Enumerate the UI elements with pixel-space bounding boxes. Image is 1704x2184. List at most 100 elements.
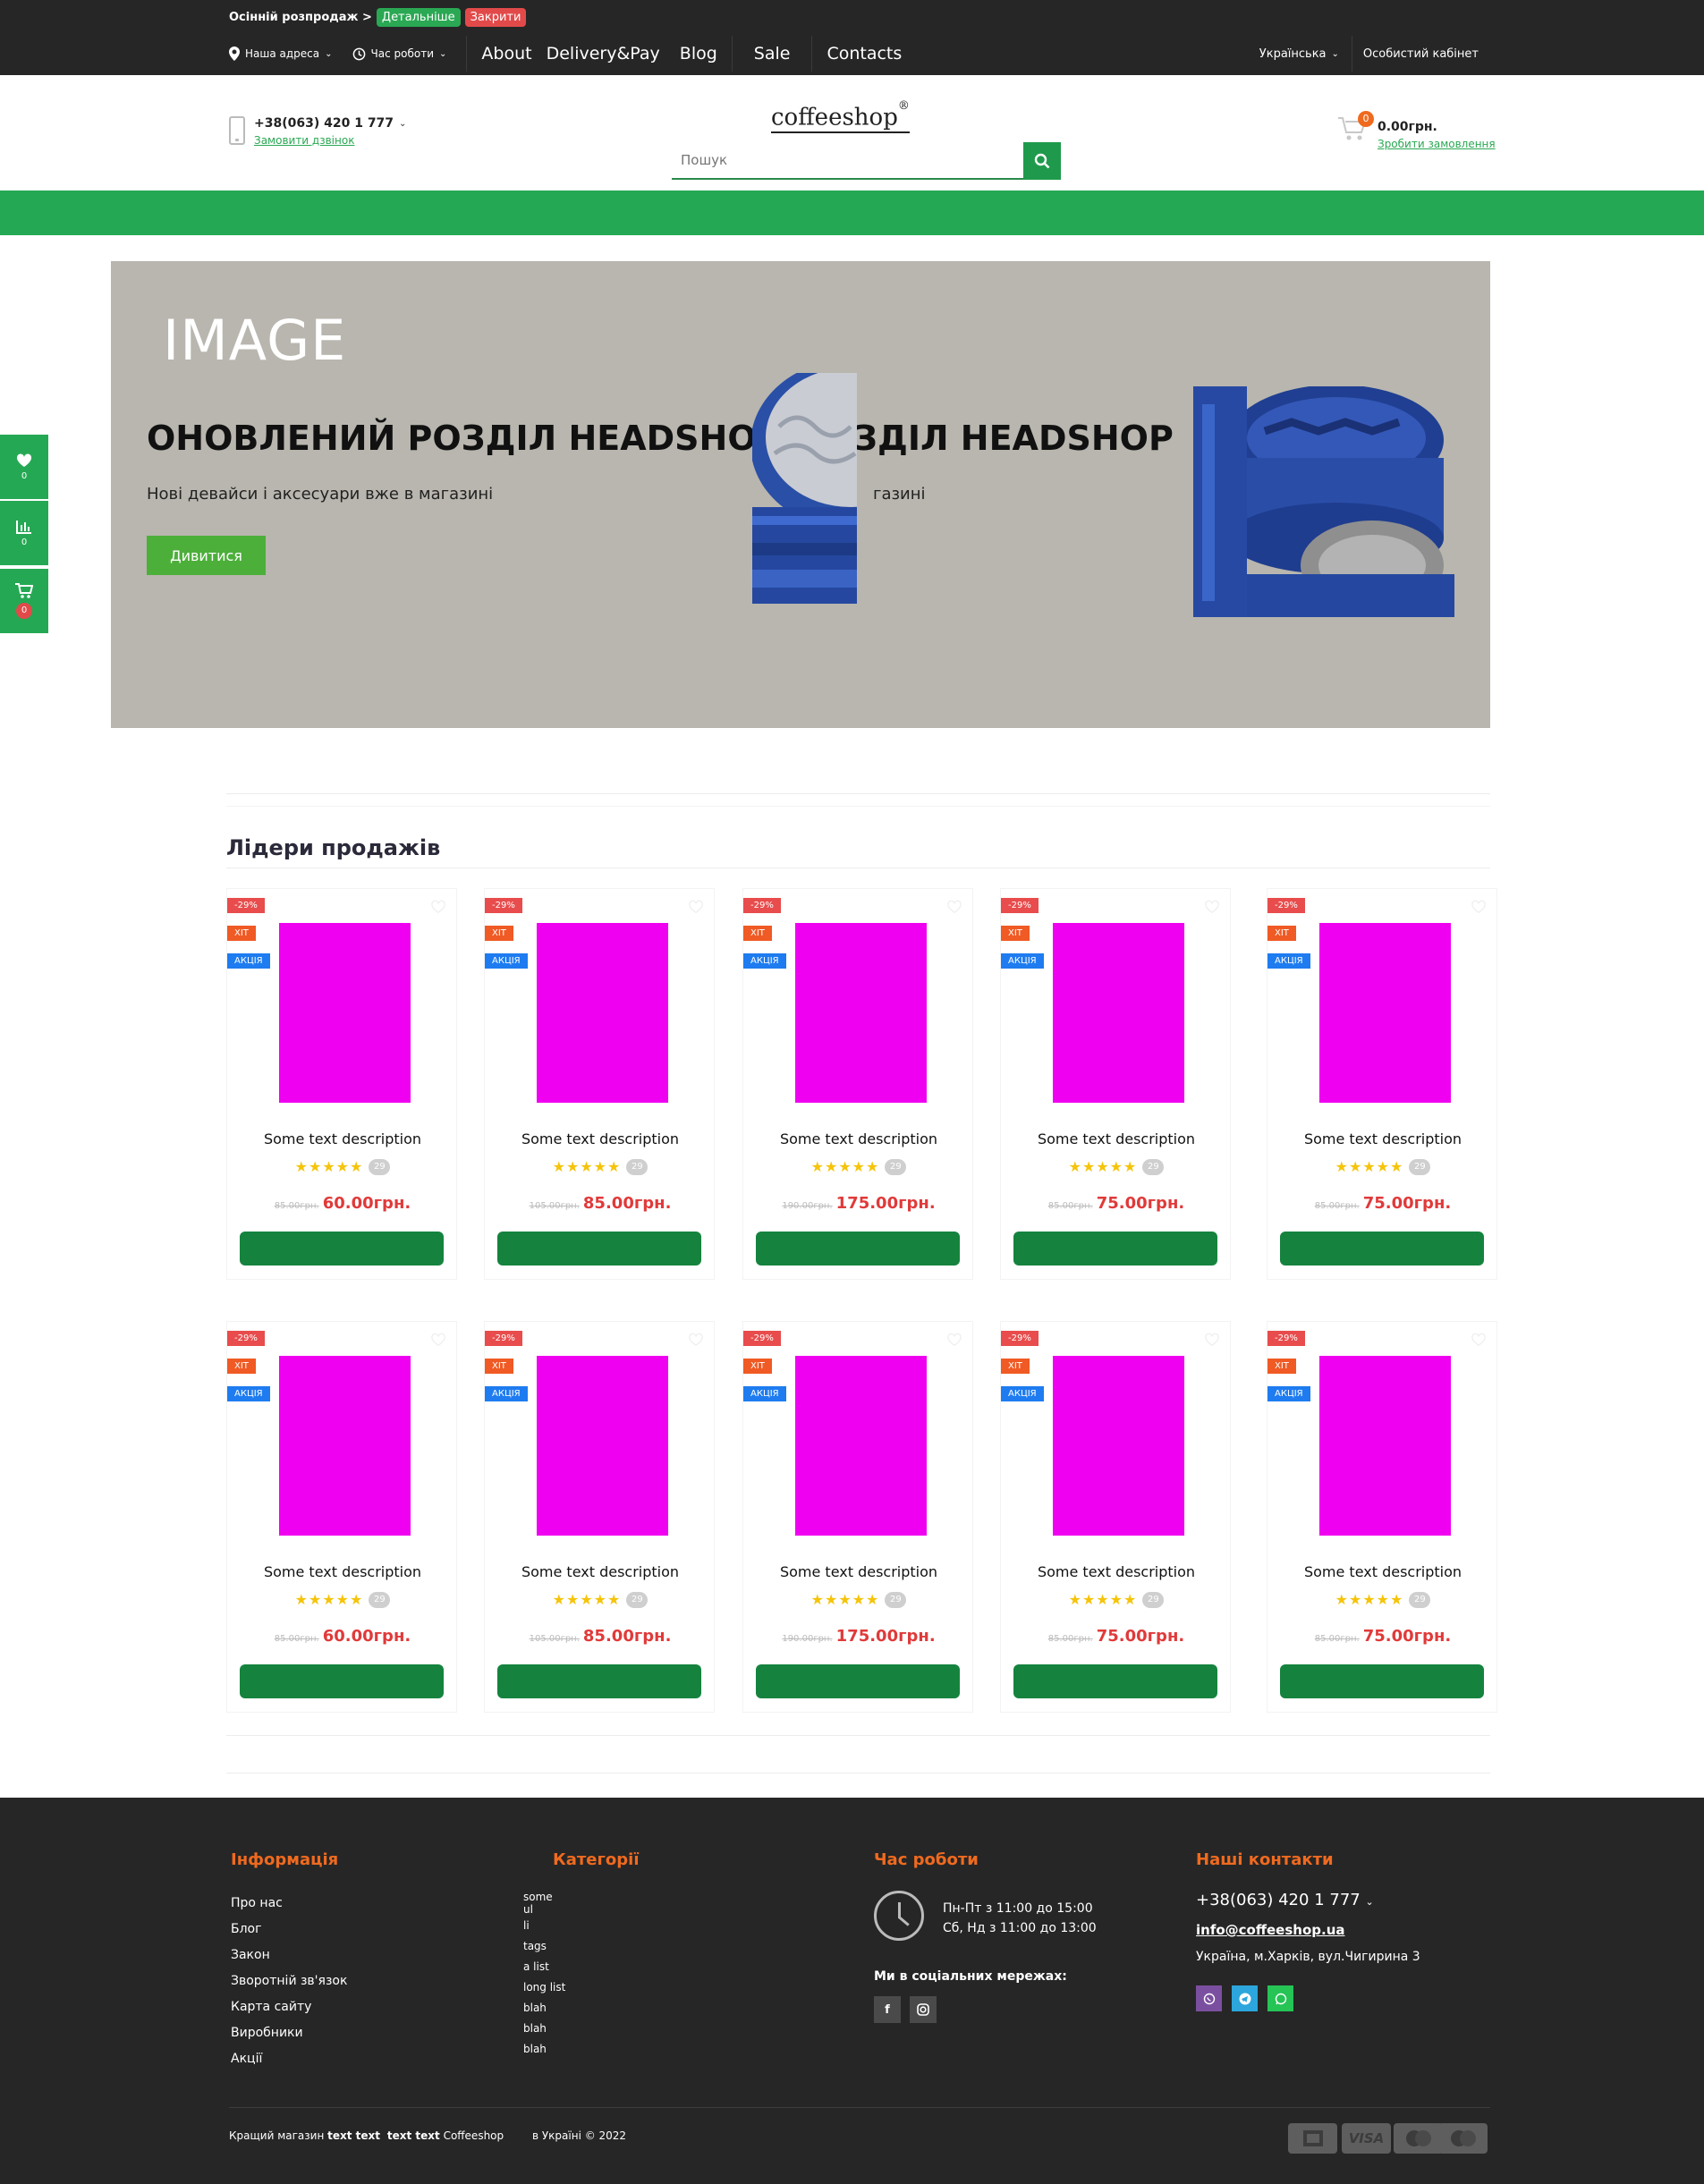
footer-category-link[interactable]: blah: [523, 2019, 565, 2039]
heart-icon[interactable]: [1471, 900, 1486, 914]
heart-icon[interactable]: [1205, 1333, 1219, 1347]
banner-view-button[interactable]: Дивитися: [147, 536, 266, 575]
reviews-count[interactable]: 29: [1409, 1158, 1431, 1175]
buy-button[interactable]: [1013, 1232, 1217, 1266]
product-name[interactable]: Some text description: [485, 1563, 716, 1580]
reviews-count[interactable]: 29: [369, 1591, 391, 1608]
heart-icon[interactable]: [947, 1333, 962, 1347]
reviews-count[interactable]: 29: [369, 1158, 391, 1175]
promo-close-button[interactable]: Закрити: [464, 7, 527, 27]
buy-button[interactable]: [497, 1232, 701, 1266]
footer-category-link[interactable]: li: [523, 1916, 565, 1936]
buy-button[interactable]: [497, 1664, 701, 1698]
nav-link-about[interactable]: About: [467, 44, 546, 63]
buy-button[interactable]: [240, 1664, 444, 1698]
product-card[interactable]: -29% ХІТ АКЦІЯ Some text description ★★★★★ 29…: [1000, 888, 1231, 1280]
product-name[interactable]: Some text description: [1001, 1130, 1232, 1147]
nav-link-sale[interactable]: Sale: [733, 44, 812, 63]
product-card[interactable]: -29% ХІТ АКЦІЯ Some text description ★★★★★ 29…: [1000, 1321, 1231, 1713]
product-card[interactable]: -29% ХІТ АКЦІЯ Some text description ★★★★★ 29…: [742, 1321, 973, 1713]
whatsapp-icon[interactable]: [1267, 1985, 1293, 2011]
heart-icon[interactable]: [947, 900, 962, 914]
nav-link-blog[interactable]: Blog: [671, 44, 732, 63]
buy-button[interactable]: [240, 1232, 444, 1266]
product-name[interactable]: Some text description: [743, 1563, 974, 1580]
reviews-count[interactable]: 29: [1409, 1591, 1431, 1608]
chevron-down-icon[interactable]: ⌄: [399, 119, 406, 129]
footer-info-link[interactable]: Виробники: [231, 2020, 347, 2046]
product-name[interactable]: Some text description: [485, 1130, 716, 1147]
search-input[interactable]: [672, 142, 1023, 180]
search-button[interactable]: [1023, 142, 1061, 180]
heart-icon[interactable]: [1471, 1333, 1486, 1347]
product-image[interactable]: [1319, 923, 1451, 1103]
reviews-count[interactable]: 29: [626, 1591, 649, 1608]
side-wishlist-button[interactable]: 0: [0, 435, 48, 499]
product-card[interactable]: -29% ХІТ АКЦІЯ Some text description ★★★★★ 29…: [226, 1321, 457, 1713]
viber-icon[interactable]: [1196, 1985, 1222, 2011]
footer-info-link[interactable]: Зворотній зв'язок: [231, 1968, 347, 1994]
footer-category-link[interactable]: some: [523, 1891, 565, 1903]
telegram-icon[interactable]: [1232, 1985, 1258, 2011]
footer-info-link[interactable]: Блог: [231, 1917, 347, 1943]
hours-dropdown[interactable]: Час роботи ⌄: [352, 47, 446, 61]
footer-phone[interactable]: +38(063) 420 1 777 ⌄: [1196, 1891, 1374, 1909]
product-card[interactable]: -29% ХІТ АКЦІЯ Some text description ★★★★★ 29…: [1267, 1321, 1497, 1713]
header-cart[interactable]: 0 0.00грн. Зробити замовлення: [1336, 111, 1496, 151]
footer-category-link[interactable]: blah: [523, 1998, 565, 2019]
product-image[interactable]: [795, 923, 927, 1103]
account-link[interactable]: Особистий кабінет: [1352, 47, 1479, 61]
facebook-icon[interactable]: f: [874, 1996, 901, 2023]
buy-button[interactable]: [1280, 1232, 1484, 1266]
product-image[interactable]: [537, 1356, 668, 1536]
buy-button[interactable]: [1013, 1664, 1217, 1698]
footer-info-link[interactable]: Акції: [231, 2046, 347, 2072]
product-name[interactable]: Some text description: [1001, 1563, 1232, 1580]
heart-icon[interactable]: [431, 900, 445, 914]
side-cart-button[interactable]: 0: [0, 569, 48, 633]
heart-icon[interactable]: [431, 1333, 445, 1347]
footer-category-link[interactable]: a list: [523, 1957, 565, 1977]
footer-info-link[interactable]: Закон: [231, 1943, 347, 1968]
category-menu-bar[interactable]: [0, 190, 1704, 235]
product-image[interactable]: [1319, 1356, 1451, 1536]
checkout-link[interactable]: Зробити замовлення: [1378, 138, 1496, 150]
site-logo[interactable]: coffeeshop®: [771, 99, 910, 133]
footer-category-link[interactable]: long list: [523, 1977, 565, 1998]
product-image[interactable]: [279, 1356, 411, 1536]
product-image[interactable]: [1053, 1356, 1184, 1536]
heart-icon[interactable]: [689, 1333, 703, 1347]
instagram-icon[interactable]: [910, 1996, 937, 2023]
product-image[interactable]: [279, 923, 411, 1103]
product-name[interactable]: Some text description: [1267, 1563, 1498, 1580]
footer-category-link[interactable]: tags: [523, 1936, 565, 1957]
product-name[interactable]: Some text description: [227, 1130, 458, 1147]
product-image[interactable]: [537, 923, 668, 1103]
reviews-count[interactable]: 29: [885, 1591, 907, 1608]
product-card[interactable]: -29% ХІТ АКЦІЯ Some text description ★★★★★ 29…: [742, 888, 973, 1280]
buy-button[interactable]: [1280, 1664, 1484, 1698]
heart-icon[interactable]: [689, 900, 703, 914]
footer-email[interactable]: info@coffeeshop.ua: [1196, 1922, 1345, 1938]
footer-info-link[interactable]: Карта сайту: [231, 1994, 347, 2020]
product-card[interactable]: -29% ХІТ АКЦІЯ Some text description ★★★★★ 29…: [484, 1321, 715, 1713]
buy-button[interactable]: [756, 1664, 960, 1698]
side-compare-button[interactable]: 0: [0, 501, 48, 565]
reviews-count[interactable]: 29: [1142, 1158, 1165, 1175]
reviews-count[interactable]: 29: [1142, 1591, 1165, 1608]
footer-category-link[interactable]: blah: [523, 2039, 565, 2060]
header-phone-number[interactable]: +38(063) 420 1 777: [254, 116, 394, 131]
nav-link-delivery[interactable]: Delivery&Pay: [547, 44, 671, 63]
language-dropdown[interactable]: Українська ⌄: [1259, 47, 1352, 61]
product-name[interactable]: Some text description: [743, 1130, 974, 1147]
product-card[interactable]: -29% ХІТ АКЦІЯ Some text description ★★★★★ 29…: [1267, 888, 1497, 1280]
heart-icon[interactable]: [1205, 900, 1219, 914]
address-dropdown[interactable]: Наша адреса ⌄: [229, 47, 333, 61]
footer-info-link[interactable]: Про нас: [231, 1891, 347, 1917]
product-name[interactable]: Some text description: [227, 1563, 458, 1580]
footer-category-link[interactable]: ul: [523, 1903, 565, 1916]
callback-link[interactable]: Замовити дзвінок: [254, 134, 354, 147]
nav-link-contacts[interactable]: Contacts: [812, 44, 916, 63]
product-card[interactable]: -29% ХІТ АКЦІЯ Some text description ★★★★★ 29…: [226, 888, 457, 1280]
reviews-count[interactable]: 29: [885, 1158, 907, 1175]
